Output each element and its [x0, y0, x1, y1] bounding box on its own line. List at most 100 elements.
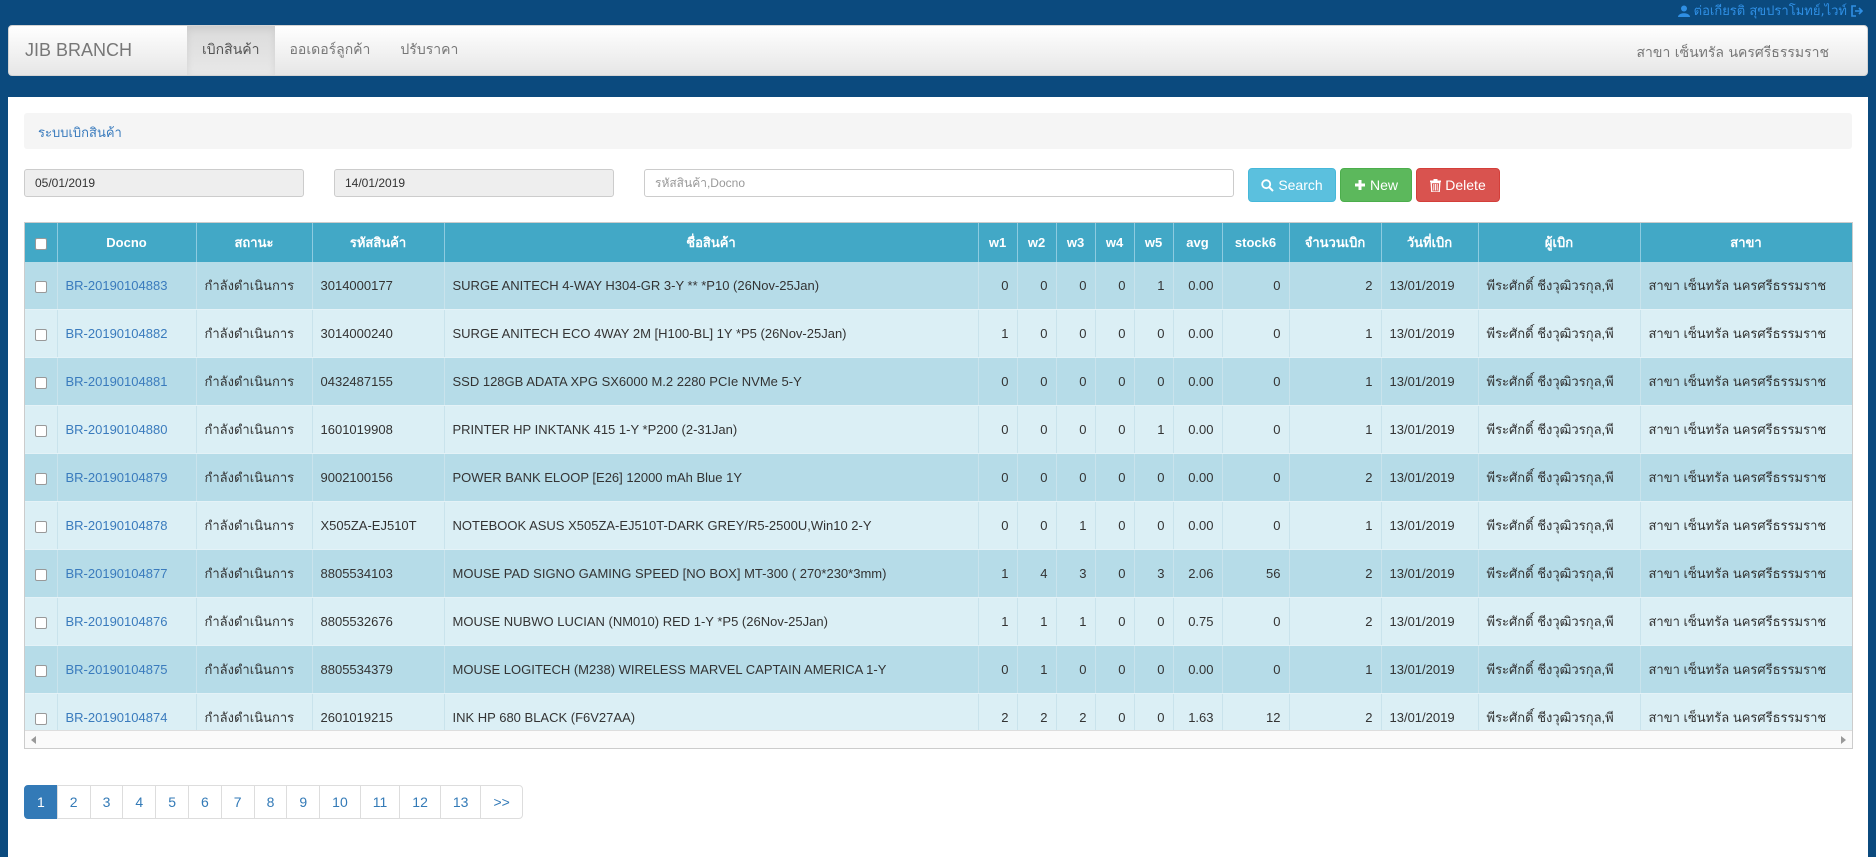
cell-quantity: 1 [1289, 357, 1382, 406]
date-from-input[interactable] [24, 169, 304, 197]
table-row[interactable]: BR-20190104881 กำลังดำเนินการ 0432487155 SS… [25, 357, 1852, 406]
row-checkbox[interactable] [34, 424, 47, 437]
row-checkbox[interactable] [34, 712, 47, 725]
col-avg[interactable]: avg [1173, 223, 1223, 262]
row-checkbox[interactable] [34, 376, 47, 389]
cell-quantity: 1 [1289, 501, 1382, 550]
cell-w5: 3 [1134, 549, 1174, 598]
page-link-3[interactable]: 3 [89, 785, 124, 819]
new-button[interactable]: New [1340, 168, 1412, 202]
cell-status: กำลังดำเนินการ [196, 453, 313, 502]
table-row[interactable]: BR-20190104879 กำลังดำเนินการ 9002100156 PO… [25, 453, 1852, 502]
col-product-name[interactable]: ชื่อสินค้า [444, 223, 979, 262]
cell-product-code: 9002100156 [312, 453, 445, 502]
col-withdraw-date[interactable]: วันที่เบิก [1381, 223, 1479, 262]
page-link-8[interactable]: 8 [253, 785, 288, 819]
docno-link[interactable]: BR-20190104875 [66, 662, 168, 677]
table-row[interactable]: BR-20190104875 กำลังดำเนินการ 8805534379 MO… [25, 645, 1852, 694]
docno-link[interactable]: BR-20190104882 [66, 326, 168, 341]
docno-link[interactable]: BR-20190104880 [66, 422, 168, 437]
page-link-7[interactable]: 7 [220, 785, 255, 819]
scroll-left-arrow-icon[interactable] [31, 736, 36, 744]
row-checkbox[interactable] [34, 280, 47, 293]
col-w2[interactable]: w2 [1017, 223, 1057, 262]
table-row[interactable]: BR-20190104877 กำลังดำเนินการ 8805534103 MO… [25, 549, 1852, 598]
row-checkbox[interactable] [34, 472, 47, 485]
nav-item-customer-orders[interactable]: ออเดอร์ลูกค้า [275, 26, 386, 75]
col-w5[interactable]: w5 [1134, 223, 1174, 262]
date-to-input[interactable] [334, 169, 614, 197]
col-stock6[interactable]: stock6 [1222, 223, 1290, 262]
col-w4[interactable]: w4 [1095, 223, 1135, 262]
horizontal-scrollbar[interactable] [25, 730, 1852, 748]
docno-link[interactable]: BR-20190104877 [66, 566, 168, 581]
cell-docno: BR-20190104883 [57, 262, 197, 310]
row-checkbox[interactable] [34, 568, 47, 581]
row-checkbox[interactable] [34, 664, 47, 677]
col-w3[interactable]: w3 [1056, 223, 1096, 262]
search-icon [1261, 178, 1275, 192]
scroll-right-arrow-icon[interactable] [1841, 736, 1846, 744]
cell-product-code: 8805534103 [312, 549, 445, 598]
row-select-cell [25, 405, 58, 454]
cell-avg: 0.00 [1173, 262, 1223, 310]
cell-branch: สาขา เซ็นทรัล นครศรีธรรมราช [1640, 501, 1852, 550]
cell-requester: พีระศักดิ์ ชีงวุฒิวรกุล,พี [1478, 405, 1641, 454]
row-select-cell [25, 262, 58, 310]
cell-avg: 0.00 [1173, 357, 1223, 406]
page-link-5[interactable]: 5 [155, 785, 189, 819]
cell-stock6: 0 [1222, 597, 1290, 646]
delete-button[interactable]: Delete [1416, 168, 1500, 202]
row-checkbox[interactable] [34, 328, 47, 341]
brand[interactable]: JIB BRANCH [25, 40, 132, 61]
docno-link[interactable]: BR-20190104874 [66, 710, 168, 725]
page-link-10[interactable]: 10 [319, 785, 361, 819]
user-menu-link[interactable]: ต่อเกียรติ สุขปราโมทย์,ไวท์ [1677, 0, 1864, 21]
cell-requester: พีระศักดิ์ ชีงวุฒิวรกุล,พี [1478, 597, 1641, 646]
table-row[interactable]: BR-20190104882 กำลังดำเนินการ 3014000240 SU… [25, 309, 1852, 358]
row-checkbox[interactable] [34, 520, 47, 533]
col-product-code[interactable]: รหัสสินค้า [312, 223, 445, 262]
docno-link[interactable]: BR-20190104881 [66, 374, 168, 389]
table-row[interactable]: BR-20190104883 กำลังดำเนินการ 3014000177 SU… [25, 262, 1852, 310]
cell-docno: BR-20190104880 [57, 405, 197, 454]
docno-link[interactable]: BR-20190104878 [66, 518, 168, 533]
cell-w5: 1 [1134, 262, 1174, 310]
docno-link[interactable]: BR-20190104876 [66, 614, 168, 629]
col-branch[interactable]: สาขา [1640, 223, 1852, 262]
col-requester[interactable]: ผู้เบิก [1478, 223, 1641, 262]
row-select-cell [25, 597, 58, 646]
page-link-9[interactable]: 9 [286, 785, 321, 819]
docno-link[interactable]: BR-20190104883 [66, 278, 168, 293]
plus-icon [1354, 180, 1365, 190]
page-link-6[interactable]: 6 [187, 785, 222, 819]
table-row[interactable]: BR-20190104876 กำลังดำเนินการ 8805532676 MO… [25, 597, 1852, 646]
sign-out-icon[interactable] [1851, 4, 1864, 17]
col-w1[interactable]: w1 [978, 223, 1018, 262]
col-docno[interactable]: Docno [57, 223, 197, 262]
page-link-12[interactable]: 12 [399, 785, 441, 819]
page-link-2[interactable]: 2 [56, 785, 91, 819]
page-link-4[interactable]: 4 [122, 785, 157, 819]
page-link-11[interactable]: 11 [359, 785, 401, 819]
col-status[interactable]: สถานะ [196, 223, 313, 262]
nav-item-withdraw[interactable]: เบิกสินค้า [187, 26, 275, 75]
cell-branch: สาขา เซ็นทรัล นครศรีธรรมราช [1640, 453, 1852, 502]
page-link-1[interactable]: 1 [24, 785, 58, 819]
select-all-checkbox[interactable] [34, 237, 47, 250]
cell-w1: 1 [978, 549, 1018, 598]
table-row[interactable]: BR-20190104878 กำลังดำเนินการ X505ZA-EJ510… [25, 501, 1852, 550]
table-row[interactable]: BR-20190104880 กำลังดำเนินการ 1601019908 PR… [25, 405, 1852, 454]
page-link-13[interactable]: 13 [439, 785, 482, 819]
col-quantity[interactable]: จำนวนเบิก [1289, 223, 1382, 262]
user-name[interactable]: ต่อเกียรติ สุขปราโมทย์,ไวท์ [1694, 0, 1847, 21]
docno-link[interactable]: BR-20190104879 [66, 470, 168, 485]
user-icon [1677, 5, 1690, 17]
nav-item-adjust-price[interactable]: ปรับราคา [385, 26, 473, 75]
search-input[interactable] [644, 169, 1234, 197]
page-next-link[interactable]: >> [480, 785, 523, 819]
search-button[interactable]: Search [1248, 168, 1336, 202]
cell-w1: 1 [978, 309, 1018, 358]
withdraw-grid: Docno สถานะ รหัสสินค้า ชื่อสินค้า w1 w2 … [24, 222, 1853, 749]
row-checkbox[interactable] [34, 616, 47, 629]
